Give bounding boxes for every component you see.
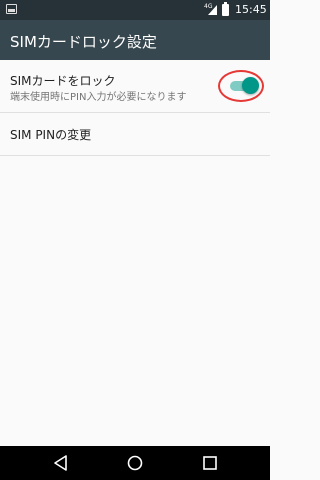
highlight-circle bbox=[218, 70, 264, 102]
home-icon[interactable] bbox=[126, 454, 144, 472]
app-bar: SIMカードロック設定 bbox=[0, 20, 270, 60]
page-title: SIMカードロック設定 bbox=[10, 33, 157, 51]
navigation-bar bbox=[0, 446, 270, 480]
change-sim-pin-title: SIM PINの変更 bbox=[10, 128, 92, 142]
battery-icon bbox=[222, 2, 229, 16]
change-sim-pin-item[interactable]: SIM PINの変更 bbox=[0, 113, 270, 155]
settings-list: SIMカードをロック 端末使用時にPIN入力が必要になります SIM PINの変… bbox=[0, 60, 270, 446]
divider bbox=[0, 155, 270, 156]
status-time: 15:45 bbox=[235, 3, 267, 16]
lock-sim-card-item[interactable]: SIMカードをロック 端末使用時にPIN入力が必要になります bbox=[0, 60, 270, 112]
recents-icon[interactable] bbox=[201, 454, 219, 472]
signal-icon bbox=[208, 5, 217, 15]
back-icon[interactable] bbox=[52, 454, 70, 472]
status-bar: 4G 15:45 bbox=[0, 0, 270, 20]
lock-sim-card-title: SIMカードをロック bbox=[10, 74, 116, 88]
lock-sim-card-summary: 端末使用時にPIN入力が必要になります bbox=[10, 92, 187, 103]
notification-icon bbox=[6, 4, 17, 14]
